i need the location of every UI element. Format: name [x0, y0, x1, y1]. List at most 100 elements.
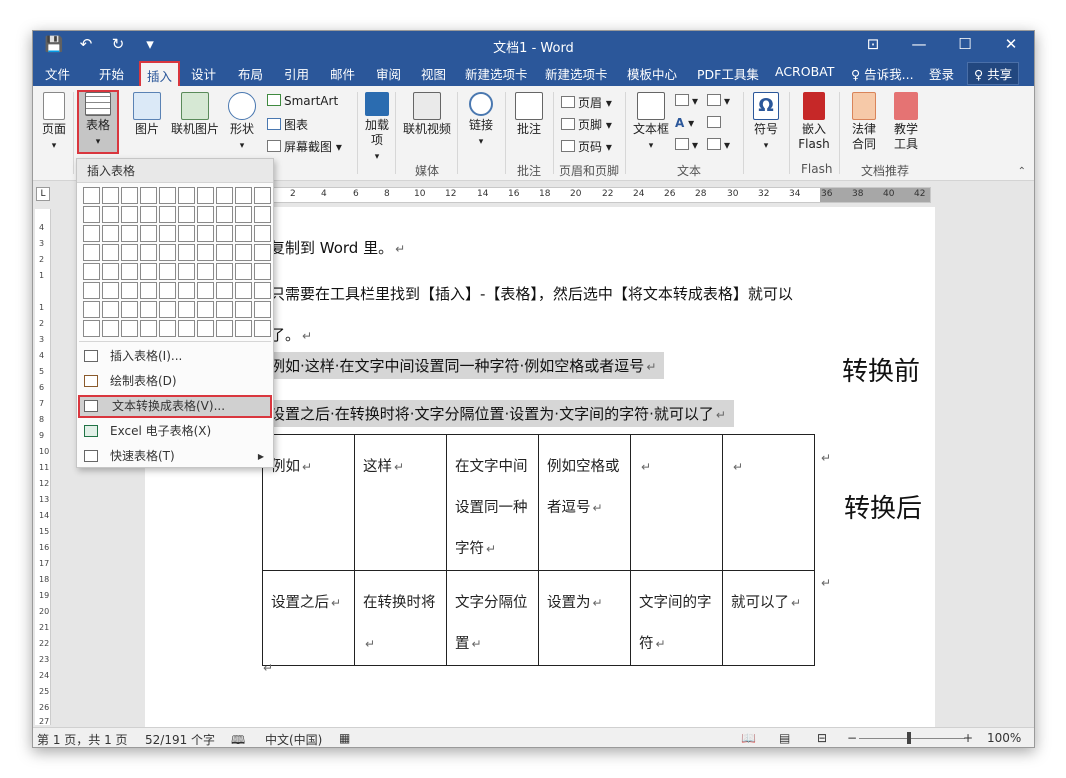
grid-cell[interactable]	[216, 320, 233, 337]
grid-cell[interactable]	[216, 187, 233, 204]
zoom-slider[interactable]	[859, 738, 965, 739]
grid-cell[interactable]	[254, 244, 271, 261]
grid-cell[interactable]	[254, 187, 271, 204]
table-cell[interactable]: 在文字中间设置同一种字符 ↵	[446, 434, 539, 571]
grid-cell[interactable]	[140, 225, 157, 242]
table-cell[interactable]: 文字间的字符 ↵	[630, 570, 723, 666]
page-number-button[interactable]: 页码 ▾	[561, 138, 612, 155]
shapes-button[interactable]: 形状 ▾	[225, 92, 259, 154]
table-cell[interactable]: ↵	[630, 434, 723, 571]
grid-cell[interactable]	[140, 301, 157, 318]
grid-cell[interactable]	[197, 282, 214, 299]
grid-cell[interactable]	[254, 263, 271, 280]
word-count[interactable]: 52/191 个字	[145, 731, 215, 747]
grid-cell[interactable]	[83, 187, 100, 204]
grid-cell[interactable]	[140, 187, 157, 204]
zoom-slider-thumb[interactable]	[907, 732, 911, 744]
grid-cell[interactable]	[83, 244, 100, 261]
tab-home[interactable]: 开始	[99, 64, 124, 83]
grid-cell[interactable]	[159, 187, 176, 204]
grid-cell[interactable]	[159, 320, 176, 337]
grid-cell[interactable]	[83, 206, 100, 223]
paragraph-1[interactable]: 复制到 Word 里。 ↵	[270, 237, 405, 258]
zoom-in-icon[interactable]: +	[963, 731, 973, 745]
table-cell[interactable]: 就可以了 ↵	[722, 570, 815, 666]
paragraph-5-selected[interactable]: 设置之后·在转换时将·文字分隔位置·设置为·文字间的字符·就可以了 ↵	[266, 400, 734, 427]
symbol-button[interactable]: Ω 符号 ▾	[749, 92, 783, 154]
page-button[interactable]: 页面 ▾	[37, 92, 71, 154]
grid-cell[interactable]	[159, 206, 176, 223]
tab-design[interactable]: 设计	[191, 64, 216, 83]
grid-cell[interactable]	[102, 225, 119, 242]
tab-pdf-tools[interactable]: PDF工具集	[697, 64, 759, 83]
zoom-out-icon[interactable]: −	[847, 731, 857, 745]
quick-parts-button[interactable]: ▾	[675, 94, 698, 108]
menu-draw-table[interactable]: 绘制表格(D)	[78, 370, 272, 393]
tab-template-center[interactable]: 模板中心	[627, 64, 677, 83]
grid-cell[interactable]	[121, 187, 138, 204]
picture-button[interactable]: 图片	[129, 92, 165, 137]
addins-button[interactable]: 加载项 ▾	[361, 92, 393, 165]
footer-button[interactable]: 页脚 ▾	[561, 116, 612, 133]
web-layout-icon[interactable]: ⊟	[817, 731, 827, 745]
grid-cell[interactable]	[216, 206, 233, 223]
tab-new-2[interactable]: 新建选项卡	[545, 64, 608, 83]
tab-file[interactable]: 文件	[45, 64, 70, 83]
menu-convert-text-to-table[interactable]: 文本转换成表格(V)...	[78, 395, 272, 418]
header-button[interactable]: 页眉 ▾	[561, 94, 612, 111]
page-count[interactable]: 第 1 页，共 1 页	[37, 731, 128, 747]
grid-cell[interactable]	[178, 282, 195, 299]
grid-cell[interactable]	[121, 206, 138, 223]
grid-cell[interactable]	[159, 301, 176, 318]
grid-cell[interactable]	[235, 320, 252, 337]
share-button[interactable]: ♀ 共享	[967, 62, 1020, 85]
grid-cell[interactable]	[102, 187, 119, 204]
table-cell[interactable]: 文字分隔位置 ↵	[446, 570, 539, 666]
grid-cell[interactable]	[254, 225, 271, 242]
grid-cell[interactable]	[216, 263, 233, 280]
tab-selector[interactable]: L	[36, 187, 50, 201]
grid-cell[interactable]	[254, 206, 271, 223]
table-cell[interactable]: 设置为 ↵	[538, 570, 631, 666]
grid-cell[interactable]	[178, 206, 195, 223]
grid-cell[interactable]	[159, 244, 176, 261]
grid-cell[interactable]	[178, 187, 195, 204]
grid-cell[interactable]	[197, 301, 214, 318]
grid-cell[interactable]	[159, 282, 176, 299]
grid-cell[interactable]	[197, 206, 214, 223]
grid-cell[interactable]	[102, 282, 119, 299]
comment-button[interactable]: 批注	[509, 92, 549, 137]
paragraph-3[interactable]: 了。 ↵	[270, 324, 312, 345]
tell-me-box[interactable]: ♀ 告诉我...	[851, 64, 914, 83]
smartart-button[interactable]: SmartArt	[267, 94, 338, 108]
grid-cell[interactable]	[83, 301, 100, 318]
object-button[interactable]: ▾	[707, 138, 730, 152]
paragraph-2[interactable]: 只需要在工具栏里找到【插入】-【表格】，然后选中【将文本转成表格】就可以	[270, 283, 793, 304]
grid-cell[interactable]	[140, 263, 157, 280]
grid-cell[interactable]	[235, 225, 252, 242]
language[interactable]: 中文(中国)	[265, 731, 322, 747]
grid-cell[interactable]	[254, 301, 271, 318]
grid-cell[interactable]	[235, 206, 252, 223]
grid-cell[interactable]	[102, 244, 119, 261]
menu-insert-table[interactable]: 插入表格(I)...	[78, 345, 272, 368]
tab-acrobat[interactable]: ACROBAT	[775, 64, 834, 79]
tab-layout[interactable]: 布局	[238, 64, 263, 83]
grid-cell[interactable]	[121, 244, 138, 261]
minimize-icon[interactable]: —	[896, 31, 942, 59]
close-icon[interactable]: ✕	[988, 31, 1034, 59]
grid-cell[interactable]	[102, 263, 119, 280]
print-layout-icon[interactable]: ▤	[779, 731, 790, 745]
grid-cell[interactable]	[83, 320, 100, 337]
grid-cell[interactable]	[121, 320, 138, 337]
grid-cell[interactable]	[197, 244, 214, 261]
proofing-icon[interactable]: 🕮	[231, 731, 245, 747]
grid-cell[interactable]	[140, 282, 157, 299]
screenshot-button[interactable]: 屏幕截图 ▾	[267, 138, 342, 155]
grid-cell[interactable]	[235, 282, 252, 299]
menu-quick-tables[interactable]: 快速表格(T) ▶	[78, 445, 272, 468]
law-contract-button[interactable]: 法律合同	[845, 92, 883, 152]
teaching-tools-button[interactable]: 教学工具	[887, 92, 925, 152]
date-time-button[interactable]	[707, 116, 724, 130]
zoom-level[interactable]: 100%	[987, 731, 1021, 745]
